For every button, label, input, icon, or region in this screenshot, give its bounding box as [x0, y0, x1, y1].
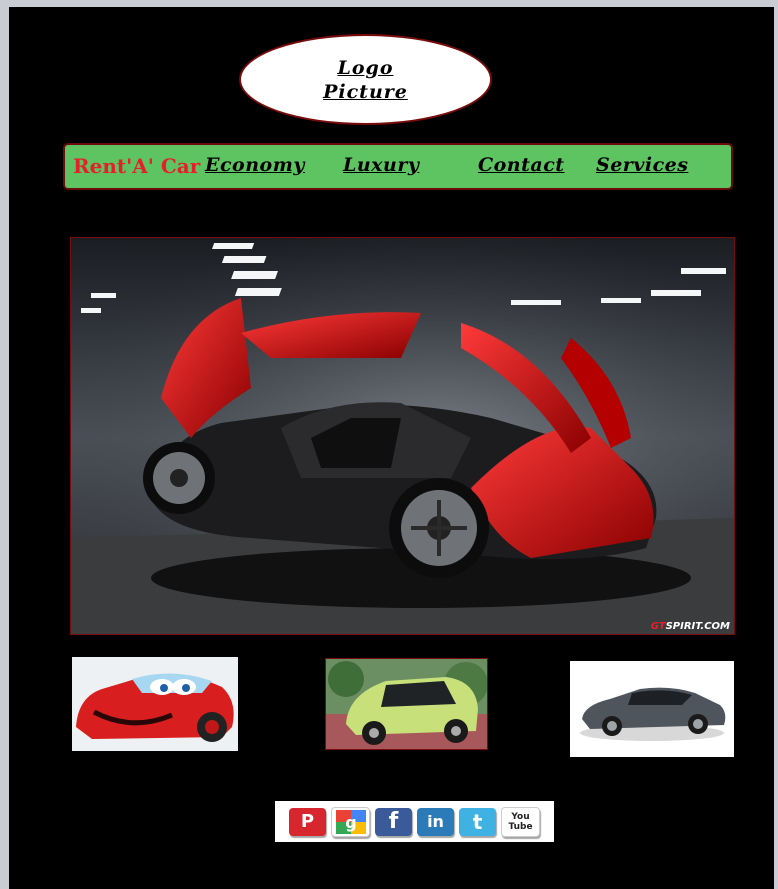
nav-link-economy[interactable]: Economy [205, 154, 305, 176]
facebook-icon[interactable]: f [375, 807, 412, 836]
logo-text-line2: Picture [323, 80, 408, 103]
hero-watermark: GTSPIRIT.COM [650, 621, 730, 632]
social-icons-bar: P g f in t You Tube [275, 801, 554, 842]
browser-chrome [0, 0, 778, 6]
hero-car-illustration [71, 238, 734, 634]
smart-car-image [326, 659, 487, 749]
twitter-icon[interactable]: t [459, 807, 496, 836]
nav-link-contact[interactable]: Contact [478, 154, 565, 176]
logo-text-line1: Logo [337, 56, 394, 79]
sedan-car-image [570, 661, 734, 757]
window-edge [774, 0, 778, 889]
svg-text:g: g [345, 813, 356, 832]
thumbnail-luxury-car[interactable] [570, 661, 734, 757]
pinterest-icon[interactable]: P [289, 807, 326, 836]
logo-placeholder[interactable]: Logo Picture [239, 34, 492, 125]
thumbnail-economy-car[interactable] [72, 657, 238, 751]
hero-image: GTSPIRIT.COM [70, 237, 735, 635]
youtube-icon[interactable]: You Tube [501, 806, 540, 837]
linkedin-icon[interactable]: in [417, 807, 454, 836]
page-canvas: Logo Picture Rent'A' Car Economy Luxury … [9, 7, 774, 889]
google-plus-icon[interactable]: g [331, 806, 370, 837]
nav-link-luxury[interactable]: Luxury [343, 154, 419, 176]
brand-name[interactable]: Rent'A' Car [73, 154, 200, 178]
nav-bar: Rent'A' Car Economy Luxury Contact Servi… [63, 143, 733, 190]
cartoon-car-image [72, 657, 238, 751]
nav-link-services[interactable]: Services [596, 154, 688, 176]
thumbnail-smart-car[interactable] [325, 658, 488, 750]
